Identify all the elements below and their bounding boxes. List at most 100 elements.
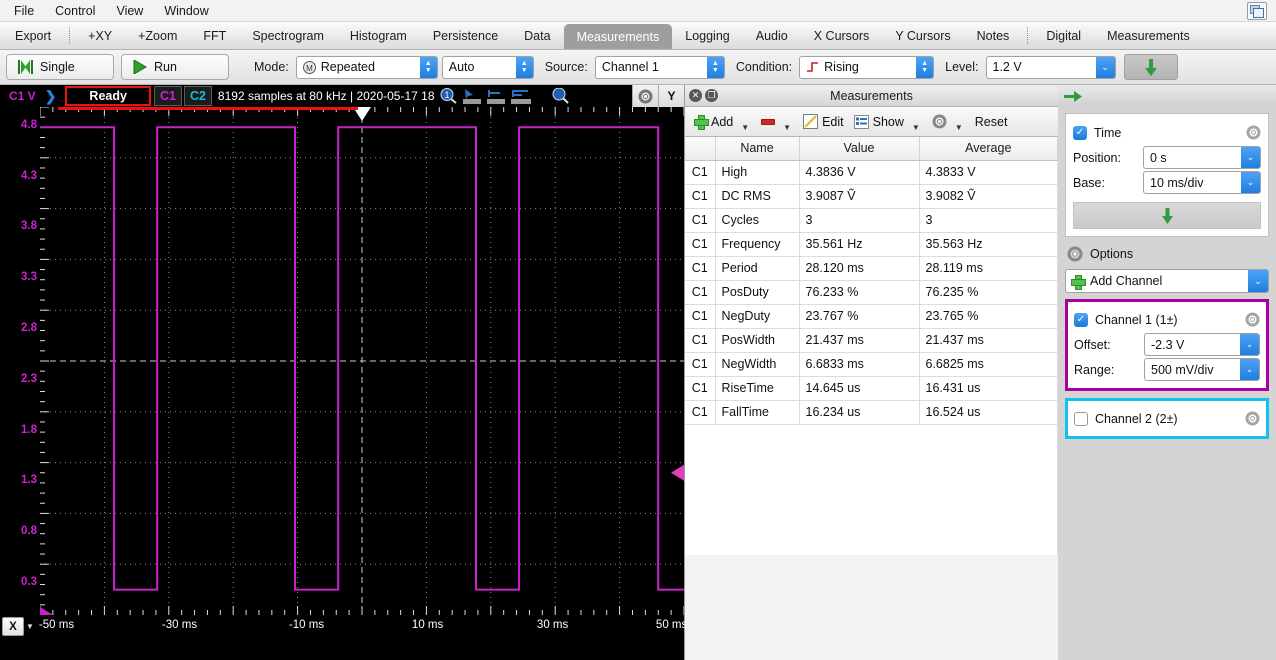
tab-data[interactable]: Data (511, 22, 563, 49)
col-average[interactable]: Average (919, 137, 1058, 161)
tab-histogram[interactable]: Histogram (337, 22, 420, 49)
channel-1-checkbox[interactable]: ✓ (1074, 312, 1088, 327)
table-row[interactable]: C1 NegDuty 23.767 % 23.765 % (685, 304, 1058, 329)
tab-fft[interactable]: FFT (190, 22, 239, 49)
tab-y-cursors[interactable]: Y Cursors (882, 22, 963, 49)
download-button[interactable] (1123, 54, 1178, 80)
channel-badge-c1[interactable]: C1 (153, 86, 182, 106)
source-select[interactable]: Channel 1 ▲ ▼ (594, 55, 725, 79)
auto-select[interactable]: Auto ▲ ▼ (441, 55, 534, 79)
time-gear-icon[interactable] (1246, 125, 1261, 140)
add-channel-dropdown-arrow[interactable]: ⌄ (1248, 270, 1268, 292)
window-restore-icon[interactable] (1247, 2, 1267, 20)
cell-average: 21.437 ms (919, 328, 1058, 353)
edit-measurement-button[interactable]: Edit (799, 114, 848, 129)
show-measurement-button[interactable]: Show (850, 114, 908, 129)
offset-dropdown-arrow[interactable]: ⌄ (1240, 334, 1259, 355)
auto-stepper[interactable]: ▲ ▼ (515, 56, 533, 78)
measurement-settings-button[interactable] (928, 114, 951, 129)
zoom-1x-icon[interactable]: 1 (440, 88, 457, 104)
run-button[interactable]: Run (121, 54, 229, 80)
table-row[interactable]: C1 NegWidth 6.6833 ms 6.6825 ms (685, 352, 1058, 377)
tab-measurements-right[interactable]: Measurements (1094, 22, 1203, 49)
tab-measurements[interactable]: Measurements (563, 24, 673, 49)
measure-width-icon[interactable] (510, 88, 531, 104)
table-row[interactable]: C1 Cycles 3 3 (685, 208, 1058, 233)
close-icon[interactable]: ✕ (689, 89, 702, 102)
time-download-button[interactable] (1073, 202, 1261, 229)
add-measurement-button[interactable]: Add (690, 115, 737, 130)
waveform-plot[interactable]: 4.8 4.3 3.8 3.3 2.8 2.3 1.8 1.3 0.8 0.3 … (0, 107, 687, 638)
channel-1-gear-icon[interactable] (1245, 312, 1260, 327)
base-dropdown-arrow[interactable]: ⌄ (1241, 172, 1260, 193)
base-input[interactable]: 10 ms/div ⌄ (1143, 171, 1261, 194)
range-input[interactable]: 500 mV/div ⌄ (1144, 358, 1260, 381)
table-row[interactable]: C1 RiseTime 14.645 us 16.431 us (685, 376, 1058, 401)
menu-item-file[interactable]: File (14, 0, 34, 22)
table-row[interactable]: C1 DC RMS 3.9087 Ṽ 3.9082 Ṽ (685, 184, 1058, 209)
table-row[interactable]: C1 Frequency 35.561 Hz 35.563 Hz (685, 232, 1058, 257)
table-header-row: Name Value Average (685, 137, 1058, 161)
channel-2-checkbox[interactable]: ✓ (1074, 411, 1088, 426)
source-stepper[interactable]: ▲ ▼ (706, 56, 724, 78)
remove-icon (761, 118, 776, 125)
measure-cursor-icon[interactable] (462, 88, 481, 104)
col-name[interactable]: Name (715, 137, 800, 161)
restore-icon[interactable]: ❐ (705, 89, 718, 102)
menu-item-window[interactable]: Window (164, 0, 208, 22)
x-axis-button[interactable]: X (2, 617, 24, 636)
level-dropdown-arrow[interactable]: ⌄ (1095, 56, 1115, 78)
tab-logging[interactable]: Logging (672, 22, 743, 49)
tab-export[interactable]: Export (2, 22, 64, 49)
status-expand-arrow[interactable]: ❯ (42, 88, 66, 105)
time-enabled-checkbox[interactable]: ✓ (1073, 125, 1087, 140)
tab-x-cursors[interactable]: X Cursors (801, 22, 883, 49)
options-header[interactable]: Options (1067, 246, 1269, 262)
reset-measurements-button[interactable]: Reset (971, 115, 1012, 129)
show-dropdown-caret-icon[interactable]: ▼ (910, 123, 926, 132)
table-row[interactable]: C1 Period 28.120 ms 28.119 ms (685, 256, 1058, 281)
single-button[interactable]: Single (6, 54, 114, 80)
table-row[interactable]: C1 High 4.3836 V 4.3833 V (685, 160, 1058, 185)
channel-2-gear-icon[interactable] (1245, 411, 1260, 426)
gear-icon[interactable] (632, 85, 658, 107)
position-dropdown-arrow[interactable]: ⌄ (1241, 147, 1260, 168)
remove-measurement-button[interactable] (757, 118, 779, 125)
tab-xy[interactable]: +XY (75, 22, 125, 49)
mode-select[interactable]: M Repeated ▲ ▼ (295, 55, 438, 79)
tab-audio[interactable]: Audio (743, 22, 801, 49)
col-value[interactable]: Value (799, 137, 920, 161)
condition-select[interactable]: Rising ▲ ▼ (799, 55, 935, 79)
table-row[interactable]: C1 PosWidth 21.437 ms 21.437 ms (685, 328, 1058, 353)
tab-digital[interactable]: Digital (1033, 22, 1094, 49)
add-channel-select[interactable]: Add Channel ⌄ (1065, 269, 1269, 293)
arrow-right-icon[interactable] (1064, 90, 1082, 102)
table-row[interactable]: C1 PosDuty 76.233 % 76.235 % (685, 280, 1058, 305)
tab-zoom[interactable]: +Zoom (125, 22, 190, 49)
range-dropdown-arrow[interactable]: ⌄ (1240, 359, 1259, 380)
plot-canvas[interactable] (40, 107, 684, 615)
mode-stepper[interactable]: ▲ ▼ (419, 56, 437, 78)
x-axis-caret-icon[interactable]: ▼ (26, 622, 34, 631)
zoom-search-icon[interactable] (551, 88, 569, 104)
level-input[interactable]: 1.2 V ⌄ (985, 55, 1116, 79)
tab-notes[interactable]: Notes (964, 22, 1023, 49)
y-tick-2: 3.8 (21, 220, 37, 233)
y-axis-button[interactable]: Y (658, 85, 684, 107)
rising-edge-icon (807, 62, 819, 72)
menu-item-view[interactable]: View (116, 0, 143, 22)
position-input[interactable]: 0 s ⌄ (1143, 146, 1261, 169)
table-row[interactable]: C1 FallTime 16.234 us 16.524 us (685, 400, 1058, 425)
offset-input[interactable]: -2.3 V ⌄ (1144, 333, 1260, 356)
channel-badge-c2[interactable]: C2 (183, 86, 212, 106)
tab-spectrogram[interactable]: Spectrogram (239, 22, 337, 49)
add-dropdown-caret-icon[interactable]: ▼ (739, 123, 755, 132)
col-channel[interactable] (685, 137, 716, 161)
options-label: Options (1090, 247, 1134, 261)
remove-dropdown-caret-icon[interactable]: ▼ (781, 123, 797, 132)
menu-item-control[interactable]: Control (55, 0, 95, 22)
condition-stepper[interactable]: ▲ ▼ (916, 56, 934, 78)
measure-left-icon[interactable] (486, 88, 505, 104)
tab-persistence[interactable]: Persistence (420, 22, 511, 49)
settings-dropdown-caret-icon[interactable]: ▼ (953, 123, 969, 132)
